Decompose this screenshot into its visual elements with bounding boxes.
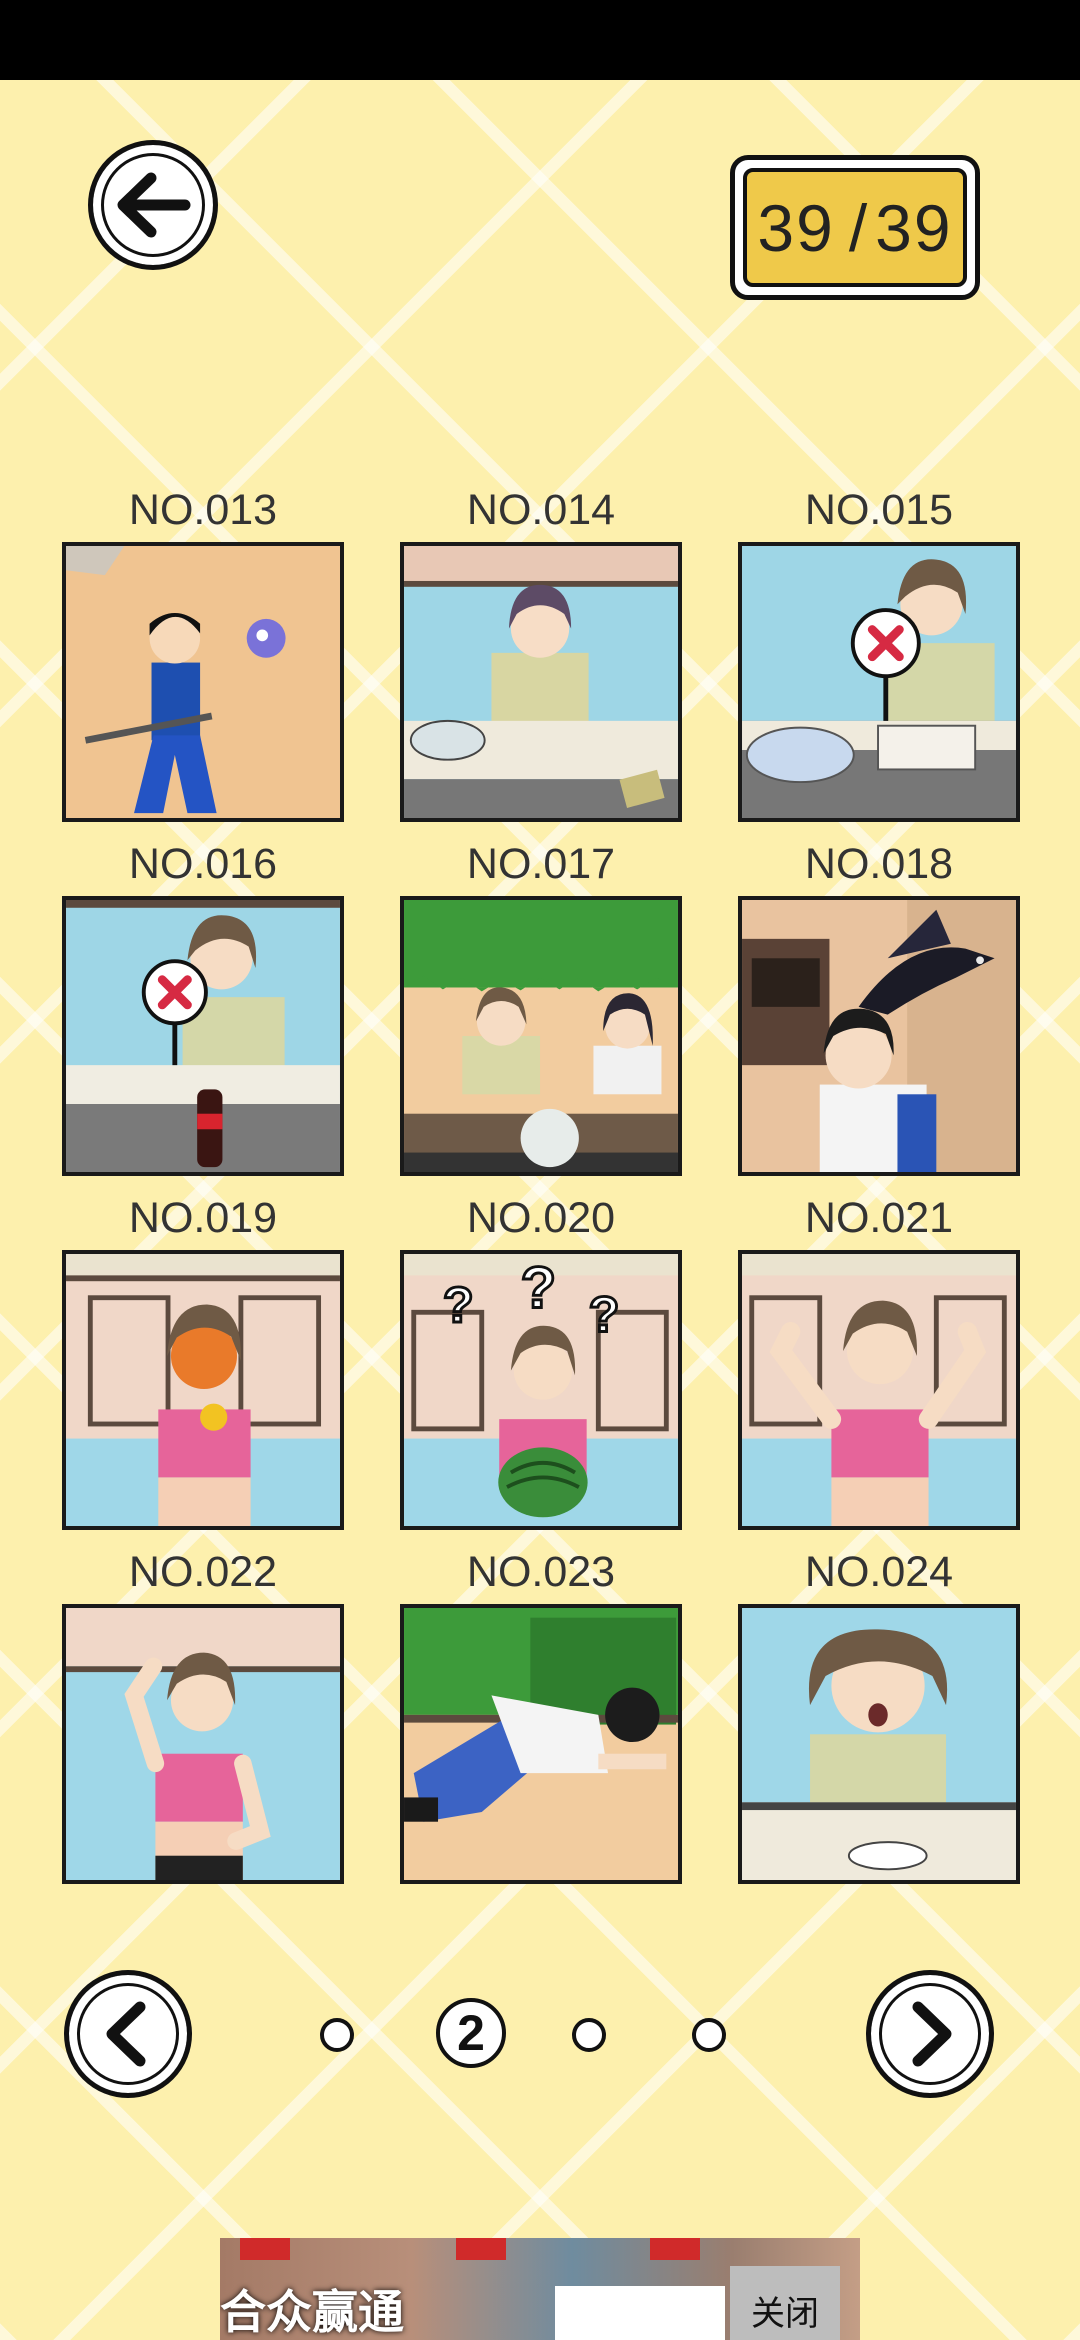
ad-logo-mark: [456, 2238, 506, 2260]
boy-crow-illustration: [742, 900, 1016, 1172]
card-label: NO.019: [128, 1194, 278, 1242]
card-label: NO.020: [466, 1194, 616, 1242]
girl-desk-illustration: [404, 546, 678, 818]
card-label: NO.022: [128, 1548, 278, 1596]
card-label: NO.018: [804, 840, 954, 888]
chevron-left-icon: [106, 2001, 146, 2067]
girl-flex-illustration: [742, 1254, 1016, 1526]
ad-brand-text: 合众赢通: [220, 2286, 404, 2338]
counter-current: 39: [757, 190, 835, 265]
chevron-right-icon: [912, 2001, 952, 2067]
gallery-card[interactable]: NO.013: [62, 480, 344, 822]
card-label: NO.021: [804, 1194, 954, 1242]
page-dot-current[interactable]: 2: [436, 1998, 506, 2068]
gallery-card[interactable]: NO.022: [62, 1542, 344, 1884]
card-label: NO.016: [128, 840, 278, 888]
svg-text:?: ?: [443, 1276, 474, 1333]
next-page-button[interactable]: [866, 1970, 994, 2098]
card-image: [738, 542, 1020, 822]
gallery-card[interactable]: NO.016: [62, 834, 344, 1176]
back-button[interactable]: [88, 140, 218, 270]
card-image: [400, 896, 682, 1176]
gallery-card[interactable]: NO.023: [400, 1542, 682, 1884]
gallery-card[interactable]: NO.014: [400, 480, 682, 822]
card-image: [400, 542, 682, 822]
card-label: NO.024: [804, 1548, 954, 1596]
ad-banner[interactable]: 合众赢通 关闭: [220, 2238, 860, 2340]
card-image: [738, 1604, 1020, 1884]
gallery-card[interactable]: NO.018: [738, 834, 1020, 1176]
girl-no-sign-illustration: [742, 546, 1016, 818]
gallery-card[interactable]: NO.024: [738, 1542, 1020, 1884]
girl-shocked-illustration: [742, 1608, 1016, 1880]
svg-text:?: ?: [589, 1286, 620, 1343]
page-dot-3[interactable]: [572, 2018, 606, 2052]
girl-pose-illustration: [66, 1608, 340, 1880]
ad-text-bar: [555, 2286, 725, 2340]
card-image: ? ? ?: [400, 1250, 682, 1530]
card-image: [62, 542, 344, 822]
svg-text:?: ?: [521, 1255, 557, 1320]
boy-sword-illustration: [66, 546, 340, 818]
prev-page-button[interactable]: [64, 1970, 192, 2098]
card-label: NO.014: [466, 486, 616, 534]
girl-watermelon-illustration: ? ? ?: [404, 1254, 678, 1526]
card-image: [738, 1250, 1020, 1530]
girl-eating-illustration: [66, 1254, 340, 1526]
card-label: NO.023: [466, 1548, 616, 1596]
page-dot-1[interactable]: [320, 2018, 354, 2052]
gallery-card[interactable]: NO.019: [62, 1188, 344, 1530]
gallery-card[interactable]: NO.015: [738, 480, 1020, 822]
card-image: [62, 896, 344, 1176]
gallery-card[interactable]: NO.021: [738, 1188, 1020, 1530]
card-label: NO.013: [128, 486, 278, 534]
gallery-card[interactable]: NO.017: [400, 834, 682, 1176]
card-image: [62, 1250, 344, 1530]
counter-separator: /: [848, 190, 870, 265]
page-dot-4[interactable]: [692, 2018, 726, 2052]
classroom-illustration: [404, 900, 678, 1172]
ad-logo-mark: [240, 2238, 290, 2260]
card-image: [400, 1604, 682, 1884]
card-image: [738, 896, 1020, 1176]
man-crawling-illustration: [404, 1608, 678, 1880]
ad-close-button[interactable]: 关闭: [730, 2266, 840, 2340]
progress-counter: 39 / 39: [730, 155, 980, 300]
arrow-left-icon: [117, 172, 191, 238]
gallery-card[interactable]: NO.020 ? ? ?: [400, 1188, 682, 1530]
ad-logo-mark: [650, 2238, 700, 2260]
card-label: NO.017: [466, 840, 616, 888]
counter-total: 39: [875, 190, 953, 265]
card-image: [62, 1604, 344, 1884]
card-label: NO.015: [804, 486, 954, 534]
current-page-number: 2: [457, 2005, 485, 2061]
girl-no-sign-cola-illustration: [66, 900, 340, 1172]
status-bar: [0, 0, 1080, 80]
